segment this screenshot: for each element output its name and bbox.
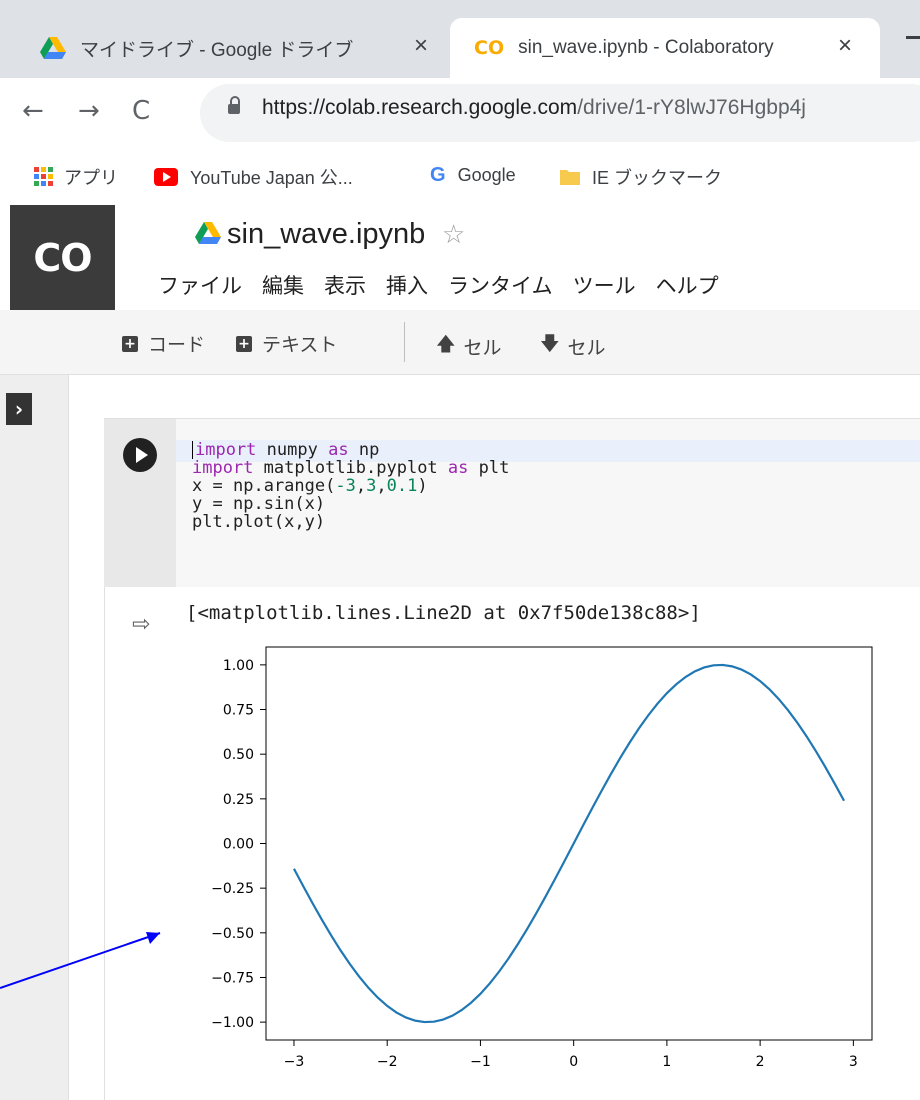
annotation-arrow-line (0, 932, 161, 989)
annotation-arrow-head (146, 932, 160, 944)
annotation-arrow (0, 932, 161, 989)
